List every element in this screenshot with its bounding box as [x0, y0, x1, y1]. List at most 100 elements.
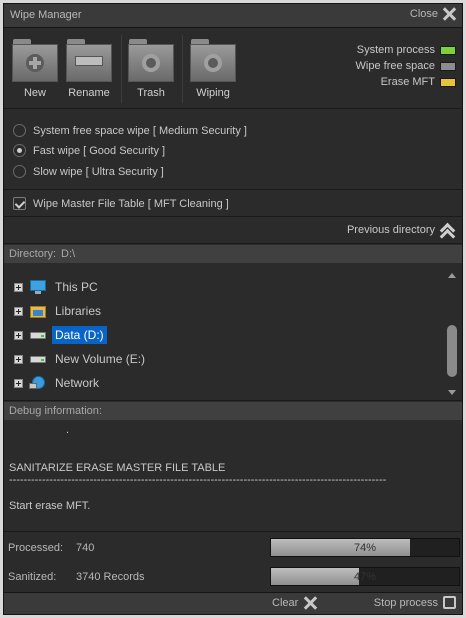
debug-line: Start erase MFT.	[9, 500, 91, 512]
close-label: Close	[409, 8, 438, 20]
scroll-up-icon[interactable]	[448, 273, 456, 278]
rename-folder-icon	[66, 39, 112, 83]
check-icon	[13, 197, 26, 210]
wipe-options: System free space wipe [ Medium Security…	[4, 110, 462, 190]
tree-item-label: New Volume (E:)	[55, 352, 146, 366]
expand-icon[interactable]	[14, 330, 23, 340]
toolbar: New Rename Trash Wiping System process W…	[4, 29, 462, 109]
processed-row: Processed: 740 74%	[4, 536, 462, 560]
radio-indicator	[13, 165, 26, 178]
drive-icon	[29, 327, 47, 343]
mft-checkbox[interactable]: Wipe Master File Table [ MFT Cleaning ]	[13, 197, 229, 210]
debug-line: SANITARIZE ERASE MASTER FILE TABLE	[9, 462, 226, 474]
debug-header-label: Debug information:	[9, 405, 102, 417]
close-icon	[442, 7, 456, 21]
sanitized-percent: 47%	[353, 571, 377, 583]
tree-item-label: Libraries	[55, 304, 102, 318]
directory-bar: Directory: D:\	[4, 245, 462, 263]
drive-icon	[29, 351, 47, 367]
new-button-label: New	[23, 87, 46, 99]
clear-label: Clear	[272, 597, 299, 609]
toolbar-divider	[182, 35, 183, 103]
tree-item-libraries[interactable]: Libraries	[14, 300, 104, 322]
legend-label: Wipe free space	[355, 60, 435, 72]
expand-icon[interactable]	[14, 378, 23, 388]
radio-system-free-space[interactable]: System free space wipe [ Medium Security…	[13, 124, 247, 137]
close-button[interactable]: Close	[410, 7, 456, 21]
sanitized-progress-bar: 47%	[270, 567, 460, 586]
wiping-folder-icon	[190, 39, 236, 83]
legend-label: System process	[356, 44, 435, 56]
legend-swatch-green	[440, 45, 456, 55]
clear-button[interactable]: Clear	[272, 596, 317, 610]
trash-button[interactable]: Trash	[126, 39, 176, 99]
new-button[interactable]: New	[10, 39, 60, 99]
expand-icon[interactable]	[14, 282, 23, 292]
radio-indicator-selected	[13, 144, 26, 157]
footer-bar: Clear Stop process	[4, 592, 462, 614]
debug-line: ----------------------------------------…	[9, 474, 387, 486]
debug-line: .	[66, 424, 70, 436]
processed-value: 740	[76, 542, 95, 554]
clear-icon	[303, 596, 317, 610]
legend-system-process: System process	[356, 42, 456, 58]
tree-item-this-pc[interactable]: This PC	[14, 276, 101, 298]
tree-scrollbar[interactable]	[446, 273, 458, 395]
tree-item-data-d[interactable]: Data (D:)	[14, 324, 107, 346]
mft-section: Wipe Master File Table [ MFT Cleaning ]	[4, 191, 462, 217]
wiping-button-label: Wiping	[196, 87, 230, 99]
legend-erase-mft: Erase MFT	[356, 74, 456, 90]
sanitized-label: Sanitized:	[8, 571, 57, 583]
expand-icon[interactable]	[14, 306, 23, 316]
previous-directory-label: Previous directory	[346, 224, 435, 236]
legend-label: Erase MFT	[380, 76, 435, 88]
radio-label: System free space wipe [ Medium Security…	[33, 124, 247, 137]
directory-path: D:\	[61, 248, 76, 260]
tree-item-new-volume-e[interactable]: New Volume (E:)	[14, 348, 148, 370]
directory-tree: This PC Libraries Data (D:) New Volume (…	[4, 263, 462, 401]
processed-progress-bar: 74%	[270, 538, 460, 557]
window-title: Wipe Manager	[10, 9, 82, 21]
scroll-thumb[interactable]	[447, 325, 457, 377]
tree-item-network[interactable]: Network	[14, 372, 102, 394]
legend-swatch-yellow	[440, 77, 456, 87]
radio-slow-wipe[interactable]: Slow wipe [ Ultra Security ]	[13, 165, 164, 178]
toolbar-divider	[121, 35, 122, 103]
legend-swatch-gray	[440, 61, 456, 71]
rename-button[interactable]: Rename	[64, 39, 114, 99]
directory-label: Directory:	[9, 248, 57, 260]
sanitized-row: Sanitized: 3740 Records 47%	[4, 565, 462, 589]
radio-fast-wipe[interactable]: Fast wipe [ Good Security ]	[13, 144, 165, 157]
rename-button-label: Rename	[68, 87, 110, 99]
radio-indicator	[13, 124, 26, 137]
stop-icon	[443, 596, 456, 609]
debug-log: . SANITARIZE ERASE MASTER FILE TABLE ---…	[4, 420, 462, 532]
trash-button-label: Trash	[137, 87, 165, 99]
wiping-button[interactable]: Wiping	[188, 39, 238, 99]
double-chevron-up-icon	[439, 222, 456, 245]
new-folder-icon	[12, 39, 58, 83]
debug-header: Debug information:	[4, 402, 462, 420]
mft-label: Wipe Master File Table [ MFT Cleaning ]	[33, 197, 229, 210]
tree-item-label: This PC	[55, 280, 98, 294]
expand-icon[interactable]	[14, 354, 23, 364]
radio-label: Slow wipe [ Ultra Security ]	[33, 165, 164, 178]
stop-process-button[interactable]: Stop process	[374, 596, 456, 609]
radio-label: Fast wipe [ Good Security ]	[33, 144, 166, 157]
pc-icon	[29, 279, 47, 295]
processed-label: Processed:	[8, 542, 64, 554]
network-icon	[29, 375, 47, 391]
processed-percent: 74%	[353, 542, 377, 554]
libraries-icon	[29, 303, 47, 319]
previous-directory-row: Previous directory	[4, 218, 462, 245]
trash-folder-icon	[128, 39, 174, 83]
status-legend: System process Wipe free space Erase MFT	[356, 42, 456, 90]
previous-directory-button[interactable]: Previous directory	[346, 222, 456, 245]
tree-item-label: Data (D:)	[52, 326, 107, 344]
stop-process-label: Stop process	[373, 596, 438, 609]
sanitized-value: 3740 Records	[76, 571, 145, 583]
wipe-manager-window: Wipe Manager Close New Rename Trash Wipi…	[3, 3, 463, 615]
scroll-down-icon[interactable]	[448, 390, 456, 395]
tree-item-label: Network	[55, 376, 100, 390]
title-bar: Wipe Manager Close	[4, 4, 462, 28]
